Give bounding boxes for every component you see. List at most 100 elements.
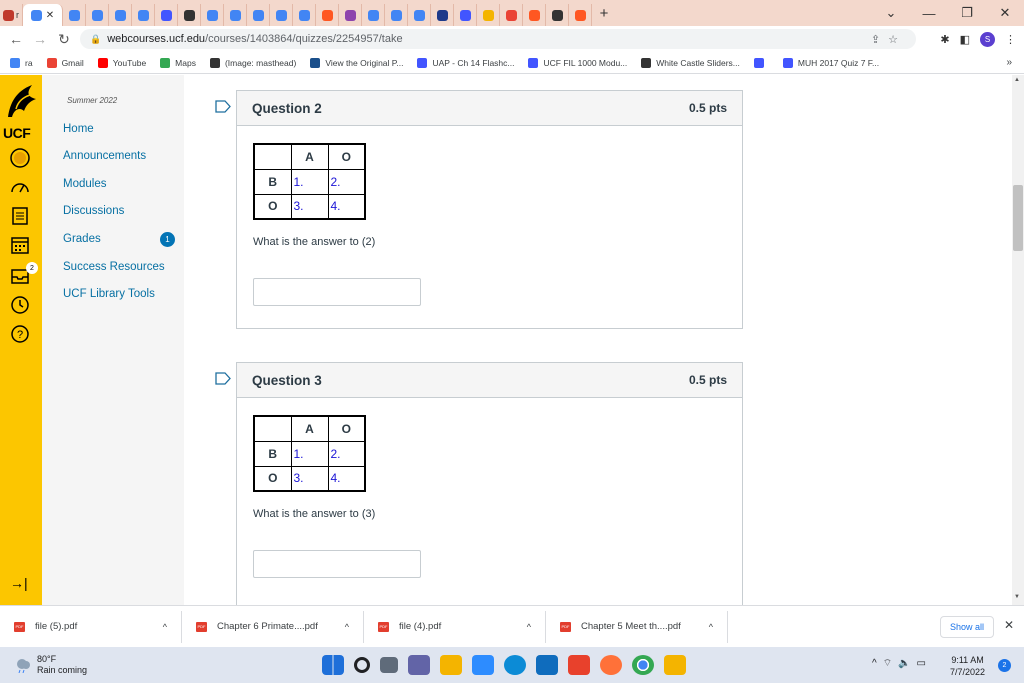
ucf-logo[interactable]: UCF (2, 81, 40, 141)
scrollbar-thumb[interactable] (1013, 185, 1023, 251)
browser-tab[interactable] (132, 4, 155, 26)
notification-badge[interactable]: 2 (998, 659, 1011, 672)
side-panel-icon[interactable]: ◧ (960, 33, 970, 46)
course-nav-home[interactable]: Home (63, 123, 94, 135)
bookmark-item[interactable]: MUH 2017 Quiz 7 F... (782, 57, 879, 68)
browser-tab[interactable] (523, 4, 546, 26)
minimize-button[interactable]: — (910, 6, 948, 21)
close-window-button[interactable]: ✕ (986, 5, 1024, 21)
browser-tab[interactable]: ✕ (23, 4, 63, 26)
flag-question-icon[interactable] (215, 372, 231, 385)
calendar-icon[interactable] (9, 234, 31, 256)
browser-tab[interactable] (339, 4, 362, 26)
account-icon[interactable] (9, 147, 31, 169)
browser-tab[interactable] (385, 4, 408, 26)
forward-button[interactable]: → (28, 31, 52, 47)
browser-tab[interactable] (109, 4, 132, 26)
office-icon[interactable] (568, 655, 590, 675)
answer-input[interactable] (253, 550, 421, 578)
mail-icon[interactable] (536, 655, 558, 675)
browser-tab[interactable] (316, 4, 339, 26)
scroll-up-icon[interactable]: ▲ (1014, 77, 1020, 83)
new-tab-button[interactable]: + (592, 5, 616, 22)
search-icon[interactable] (354, 657, 370, 673)
file-explorer-icon[interactable] (440, 655, 462, 675)
browser-tab[interactable] (500, 4, 523, 26)
course-nav-discussions[interactable]: Discussions (63, 205, 124, 217)
taskbar-clock[interactable]: 9:11 AM 7/7/2022 (950, 654, 985, 678)
browser-tab[interactable] (178, 4, 201, 26)
course-nav-announcements[interactable]: Announcements (63, 150, 146, 162)
browser-tab[interactable] (454, 4, 477, 26)
browser-tab[interactable]: r (0, 4, 23, 26)
browser-tab[interactable] (546, 4, 569, 26)
reload-button[interactable]: ↻ (52, 31, 76, 48)
browser-tab[interactable] (362, 4, 385, 26)
browser-tab[interactable] (569, 4, 592, 26)
collapse-nav-icon[interactable]: →| (10, 575, 28, 591)
bookmark-item[interactable]: White Castle Sliders... (641, 57, 740, 68)
bookmark-item[interactable] (753, 57, 769, 68)
firefox-icon[interactable] (600, 655, 622, 675)
download-item[interactable]: PDF Chapter 6 Primate....pdf ^ (186, 610, 364, 643)
close-downloads-icon[interactable]: ✕ (1004, 618, 1014, 632)
browser-tab[interactable] (477, 4, 500, 26)
teams-chat-icon[interactable] (408, 655, 430, 675)
browser-tab[interactable] (155, 4, 178, 26)
bookmark-item[interactable]: ra (10, 57, 33, 68)
browser-tab[interactable] (247, 4, 270, 26)
bookmark-item[interactable]: UCF FIL 1000 Modu... (528, 57, 627, 68)
course-nav-success-resources[interactable]: Success Resources (63, 261, 165, 273)
browser-tab[interactable] (63, 4, 86, 26)
chrome-icon[interactable] (632, 655, 654, 675)
bookmark-item[interactable]: Maps (160, 57, 196, 68)
browser-tab[interactable] (86, 4, 109, 26)
flag-question-icon[interactable] (215, 100, 231, 113)
url-bar[interactable]: 🔒 webcourses.ucf.edu/courses/1403864/qui… (80, 29, 916, 49)
tab-search-icon[interactable]: ⌄ (872, 5, 910, 21)
bookmark-item[interactable]: UAP - Ch 14 Flashc... (417, 57, 514, 68)
edge-icon[interactable] (504, 655, 526, 675)
windows-start-icon[interactable] (322, 655, 344, 675)
security-shield-icon[interactable] (664, 655, 686, 675)
browser-tab[interactable] (201, 4, 224, 26)
task-view-icon[interactable] (380, 657, 398, 673)
menu-icon[interactable]: ⋮ (1005, 33, 1016, 46)
chevron-up-icon[interactable]: ^ (709, 622, 713, 632)
scroll-down-icon[interactable]: ▼ (1014, 594, 1020, 600)
course-nav-ucf-library-tools[interactable]: UCF Library Tools (63, 288, 155, 300)
chevron-up-icon[interactable]: ^ (345, 622, 349, 632)
browser-tab[interactable] (431, 4, 454, 26)
system-tray-icons[interactable]: ^⌔🔈▭ (872, 657, 932, 670)
answer-input[interactable] (253, 278, 421, 306)
chevron-up-icon[interactable]: ^ (163, 622, 167, 632)
course-nav-modules[interactable]: Modules (63, 178, 106, 190)
download-item[interactable]: PDF Chapter 5 Meet th....pdf ^ (550, 610, 728, 643)
bookmark-item[interactable]: View the Original P... (310, 57, 403, 68)
courses-icon[interactable] (9, 205, 31, 227)
browser-tab[interactable] (270, 4, 293, 26)
bookmarks-more-button[interactable]: » (1006, 57, 1012, 68)
browser-tab[interactable] (408, 4, 431, 26)
profile-avatar[interactable]: S (980, 31, 995, 47)
download-item[interactable]: PDF file (5).pdf ^ (4, 610, 182, 643)
extensions-icon[interactable]: ✱ (940, 33, 949, 46)
course-nav-grades[interactable]: Grades (63, 233, 101, 245)
bookmark-item[interactable]: YouTube (97, 57, 146, 68)
close-tab-icon[interactable]: ✕ (46, 10, 54, 21)
chevron-up-icon[interactable]: ^ (527, 622, 531, 632)
weather-widget[interactable]: 80°F Rain coming (14, 654, 87, 676)
history-icon[interactable] (9, 294, 31, 316)
maximize-button[interactable]: ❐ (948, 5, 986, 21)
show-all-downloads-button[interactable]: Show all (940, 616, 994, 638)
bookmark-item[interactable]: Gmail (46, 57, 84, 68)
dashboard-icon[interactable] (9, 176, 31, 198)
help-icon[interactable]: ? (9, 323, 31, 345)
back-button[interactable]: ← (4, 31, 28, 47)
share-star-icons[interactable]: ⇪☆ (871, 33, 906, 46)
download-item[interactable]: PDF file (4).pdf ^ (368, 610, 546, 643)
bookmark-item[interactable]: (Image: masthead) (209, 57, 296, 68)
zoom-icon[interactable] (472, 655, 494, 675)
page-scrollbar[interactable]: ▲ ▼ (1012, 75, 1024, 605)
browser-tab[interactable] (293, 4, 316, 26)
